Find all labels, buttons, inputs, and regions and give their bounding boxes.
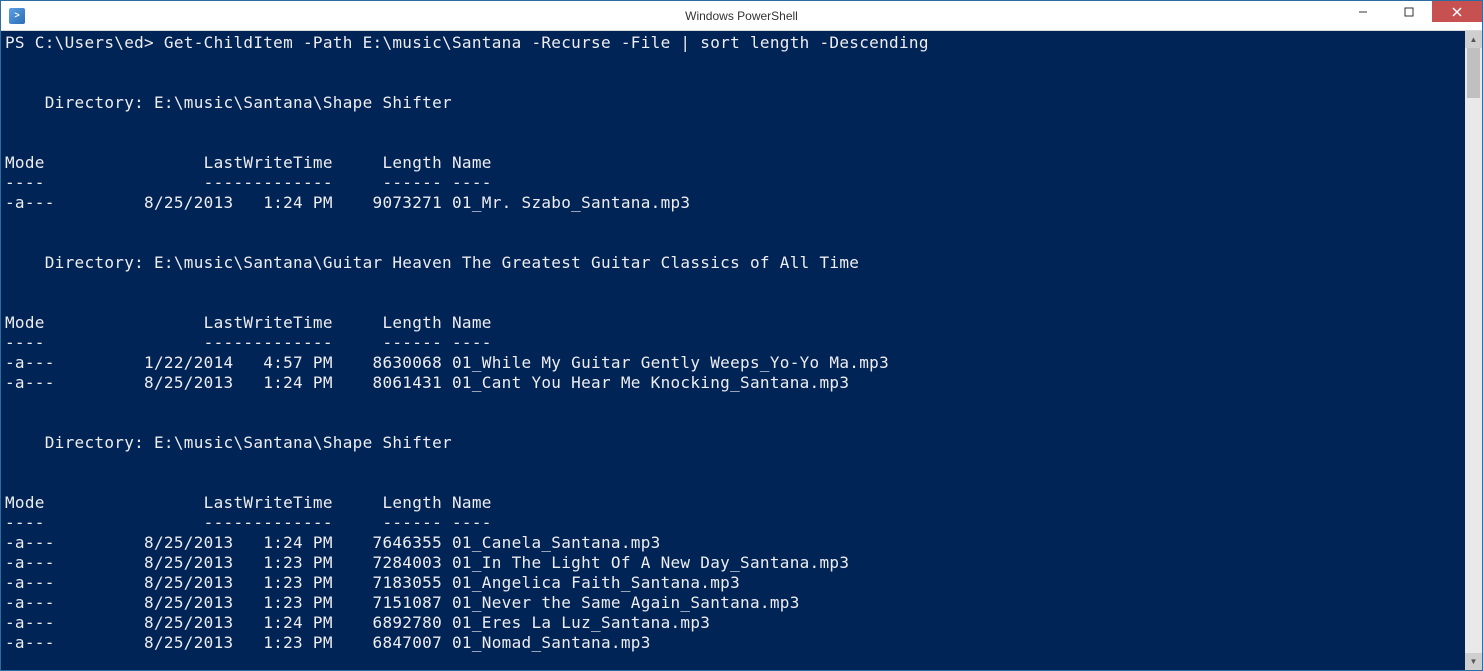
minimize-icon bbox=[1358, 7, 1368, 17]
close-icon bbox=[1452, 7, 1462, 17]
terminal[interactable]: PS C:\Users\ed> Get-ChildItem -Path E:\m… bbox=[1, 31, 1465, 670]
titlebar[interactable]: Windows PowerShell bbox=[1, 1, 1482, 31]
maximize-icon bbox=[1404, 7, 1414, 17]
window-title: Windows PowerShell bbox=[685, 9, 798, 23]
scrollbar[interactable]: ▲ ▼ bbox=[1465, 31, 1482, 670]
close-button[interactable] bbox=[1432, 1, 1482, 22]
minimize-button[interactable] bbox=[1340, 1, 1386, 22]
scroll-down-button[interactable]: ▼ bbox=[1465, 653, 1482, 670]
terminal-area: PS C:\Users\ed> Get-ChildItem -Path E:\m… bbox=[1, 31, 1482, 670]
scrollbar-thumb[interactable] bbox=[1467, 48, 1480, 98]
powershell-icon bbox=[9, 8, 25, 24]
window-controls bbox=[1340, 1, 1482, 30]
maximize-button[interactable] bbox=[1386, 1, 1432, 22]
scrollbar-track[interactable] bbox=[1465, 48, 1482, 653]
scroll-up-button[interactable]: ▲ bbox=[1465, 31, 1482, 48]
